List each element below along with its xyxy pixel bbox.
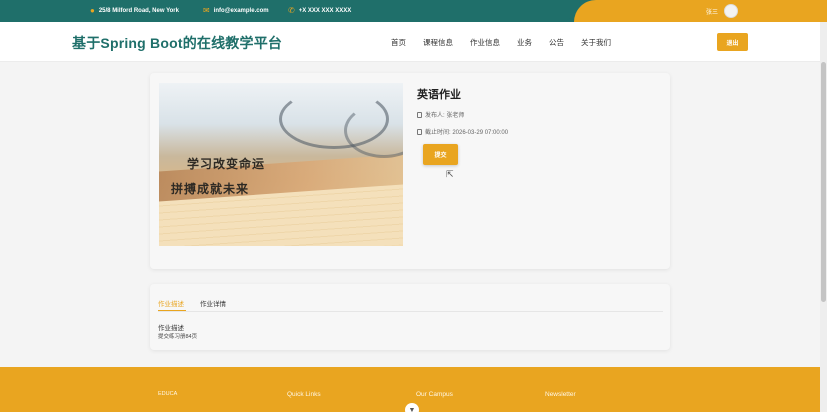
nav-homework[interactable]: 作业信息 — [470, 37, 500, 48]
footer-brand: EDUCA — [158, 391, 178, 397]
mail-icon: ✉ — [203, 6, 210, 15]
footer-quick-links: Quick Links — [287, 391, 321, 398]
homework-title: 英语作业 — [417, 89, 461, 101]
nav-home[interactable]: 首页 — [391, 37, 406, 48]
footer-campus: Our Campus — [416, 391, 453, 398]
email-info[interactable]: ✉ info@example.com — [203, 0, 269, 22]
main-nav: 首页 课程信息 作业信息 业务 公告 关于我们 — [391, 22, 628, 62]
phone-text[interactable]: +X XXX XXX XXXX — [299, 8, 352, 14]
scroll-down-icon[interactable]: ▼ — [405, 403, 419, 412]
mouse-cursor-icon: ⇱ — [446, 169, 454, 179]
main-header: 基于Spring Boot的在线教学平台 首页 课程信息 作业信息 业务 公告 … — [0, 22, 827, 62]
deadline-text: 截止时间: 2026-03-29 07:00:00 — [425, 130, 509, 136]
image-slogan-1: 学习改变命运 — [187, 157, 266, 171]
submit-button[interactable]: 提交 — [423, 144, 458, 165]
tab-divider — [158, 311, 663, 312]
user-menu[interactable]: 张三 — [706, 0, 739, 22]
active-tab-indicator — [158, 310, 186, 311]
homework-tabs-card — [150, 284, 670, 350]
address-info: ● 25/8 Milford Road, New York — [90, 0, 179, 22]
logout-button[interactable]: 退出 — [717, 33, 748, 51]
image-slogan-2: 拼搏成就未来 — [171, 182, 250, 196]
homework-image: 学习改变命运 拼搏成就未来 — [159, 83, 403, 246]
tab-description[interactable]: 作业描述 — [158, 298, 184, 308]
phone-icon: ✆ — [288, 6, 295, 15]
description-title: 作业描述 — [158, 325, 184, 332]
nav-about[interactable]: 关于我们 — [581, 37, 611, 48]
top-bar-accent — [574, 0, 827, 22]
publisher-text: 发布人: 张老师 — [425, 113, 465, 119]
username[interactable]: 张三 — [706, 7, 718, 16]
bookmark-icon — [417, 128, 422, 135]
bookmark-icon — [417, 111, 422, 118]
scrollbar-thumb[interactable] — [821, 62, 826, 302]
phone-info[interactable]: ✆ +X XXX XXX XXXX — [288, 0, 351, 22]
deadline-info: 截止时间: 2026-03-29 07:00:00 — [417, 127, 508, 136]
location-icon: ● — [90, 6, 95, 15]
address-text: 25/8 Milford Road, New York — [98, 8, 179, 14]
tab-details[interactable]: 作业详情 — [200, 298, 226, 308]
footer-newsletter: Newsletter — [545, 391, 576, 398]
nav-announcements[interactable]: 公告 — [549, 37, 564, 48]
avatar[interactable] — [724, 4, 739, 18]
site-logo[interactable]: 基于Spring Boot的在线教学平台 — [72, 33, 282, 53]
email-text[interactable]: info@example.com — [214, 8, 269, 14]
description-text: 提交练习册84页 — [158, 334, 198, 340]
nav-business[interactable]: 业务 — [517, 37, 532, 48]
publisher-info: 发布人: 张老师 — [417, 110, 464, 119]
nav-courses[interactable]: 课程信息 — [423, 37, 453, 48]
